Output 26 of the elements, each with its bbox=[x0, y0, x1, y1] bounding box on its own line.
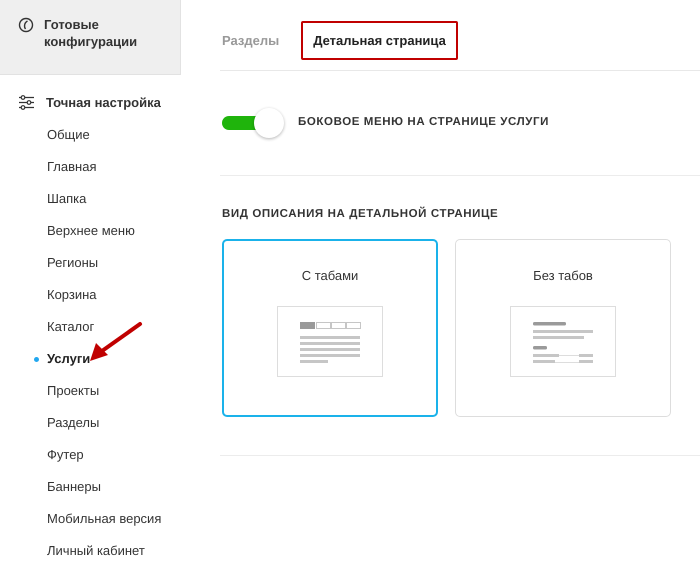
sidebar-item[interactable]: Регионы bbox=[18, 247, 181, 279]
option-card[interactable]: С табами bbox=[222, 239, 438, 418]
sidebar-item[interactable]: Главная bbox=[18, 151, 181, 183]
sidebar-item[interactable]: Шапка bbox=[18, 183, 181, 215]
sidebar-item[interactable]: Общие bbox=[18, 119, 181, 151]
toggle-label: БОКОВОЕ МЕНЮ НА СТРАНИЦЕ УСЛУГИ bbox=[298, 115, 550, 130]
option-card[interactable]: Без табов bbox=[455, 239, 671, 418]
option-label: С табами bbox=[302, 267, 358, 286]
sidebar-item[interactable]: Верхнее меню bbox=[18, 215, 181, 247]
compass-icon bbox=[18, 17, 34, 33]
sidebar-item[interactable]: Корзина bbox=[18, 279, 181, 311]
section-heading: Точная настройка bbox=[46, 94, 161, 111]
section-heading: ВИД ОПИСАНИЯ НА ДЕТАЛЬНОЙ СТРАНИЦЕ bbox=[222, 206, 500, 222]
option-label: Без табов bbox=[533, 267, 593, 286]
sidebar-item[interactable]: Футер bbox=[18, 439, 181, 471]
sidebar-item[interactable]: Баннеры bbox=[18, 471, 181, 503]
sidebar-item[interactable]: Проекты bbox=[18, 375, 181, 407]
sliders-icon bbox=[18, 95, 34, 110]
sidebar-item[interactable]: Разделы bbox=[18, 407, 181, 439]
presets-label: Готовые конфигурации bbox=[44, 16, 138, 51]
sidebar-item[interactable]: Мобильная версия bbox=[18, 503, 181, 535]
sidebar-item[interactable]: Услуги bbox=[18, 343, 181, 375]
tab[interactable]: Детальная страница bbox=[301, 20, 458, 60]
sidebar-item[interactable]: Личный кабинет bbox=[18, 535, 181, 567]
sidebar-item[interactable]: Каталог bbox=[18, 311, 181, 343]
presets-panel[interactable]: Готовые конфигурации bbox=[0, 0, 181, 75]
